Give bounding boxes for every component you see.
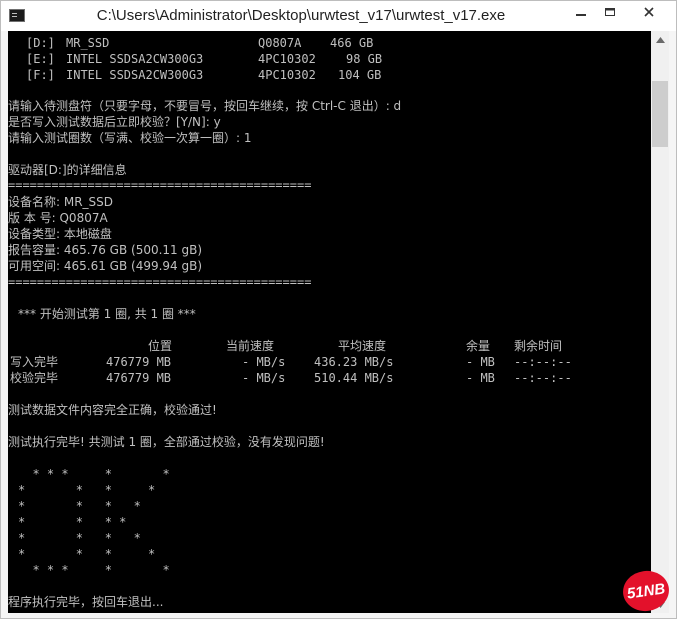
drive-row: [D:] MR_SSD Q0807A 466 GB [26, 36, 374, 50]
progress-table-header: 位置 当前速度 平均速度 余量 剩余时间 [148, 339, 563, 353]
reported-capacity: 报告容量: 465.76 GB (500.11 gB) [8, 243, 203, 257]
console-window: C:\Users\Administrator\Desktop\urwtest_v… [0, 0, 677, 619]
close-icon [644, 6, 654, 17]
verify-ok-message: 测试数据文件内容完全正确，校验通过! [8, 403, 217, 417]
close-button[interactable] [626, 1, 672, 22]
minimize-icon [576, 13, 586, 16]
prompt-drive-letter: 请输入待测盘符（只要字母，不要冒号，按回车继续，按 Ctrl-C 退出）: d [8, 99, 402, 113]
device-version: 版 本 号: Q0807A [8, 211, 108, 225]
prompt-rounds: 请输入测试圈数（写满、校验一次算一圈）: 1 [8, 131, 252, 145]
scroll-up-button[interactable] [651, 31, 669, 48]
ok-art-line: * * * * [18, 499, 141, 513]
device-type: 设备类型: 本地磁盘 [8, 227, 112, 241]
ok-art-line: * * * * [18, 531, 141, 545]
device-name: 设备名称: MR_SSD [8, 195, 114, 209]
drive-row: [F:] INTEL SSDSA2CW300G3 4PC10302 104 GB [26, 68, 382, 82]
ok-art-line: * * * * * [18, 563, 170, 577]
ok-art-line: * * * * [18, 483, 156, 497]
window-title: C:\Users\Administrator\Desktop\urwtest_v… [96, 7, 506, 24]
start-test-banner: *** 开始测试第 1 圈, 共 1 圈 *** [18, 307, 196, 321]
progress-row-verify: 校验完毕 476779 MB - MB/s 510.44 MB/s - MB -… [10, 371, 572, 385]
ok-art-line: * * * * * [18, 467, 170, 481]
maximize-icon [605, 7, 615, 16]
drive-row: [E:] INTEL SSDSA2CW300G3 4PC10302 98 GB [26, 52, 383, 66]
console-output[interactable]: [D:] MR_SSD Q0807A 466 GB [E:] INTEL SSD… [8, 31, 651, 613]
minimize-button[interactable] [567, 1, 595, 22]
vertical-scrollbar[interactable] [651, 31, 669, 613]
title-bar[interactable]: C:\Users\Administrator\Desktop\urwtest_v… [1, 1, 676, 31]
free-space: 可用空间: 465.61 GB (499.94 gB) [8, 259, 203, 273]
scroll-up-arrow-icon [655, 36, 665, 43]
prompt-verify: 是否写入测试数据后立即校验？[Y/N]: y [8, 115, 221, 129]
maximize-button[interactable] [596, 1, 624, 22]
separator-line: ========================================… [8, 178, 312, 192]
scroll-thumb[interactable] [652, 81, 668, 147]
separator-line: ========================================… [8, 275, 312, 289]
exit-prompt: 程序执行完毕，按回车退出... [8, 595, 164, 609]
ok-art-line: * * * * [18, 515, 127, 529]
console-app-icon[interactable] [9, 9, 25, 22]
progress-row-write: 写入完毕 476779 MB - MB/s 436.23 MB/s - MB -… [10, 355, 572, 369]
ok-art-line: * * * * [18, 547, 156, 561]
test-done-message: 测试执行完毕! 共测试 1 圈，全部通过校验，没有发现问题! [8, 435, 325, 449]
